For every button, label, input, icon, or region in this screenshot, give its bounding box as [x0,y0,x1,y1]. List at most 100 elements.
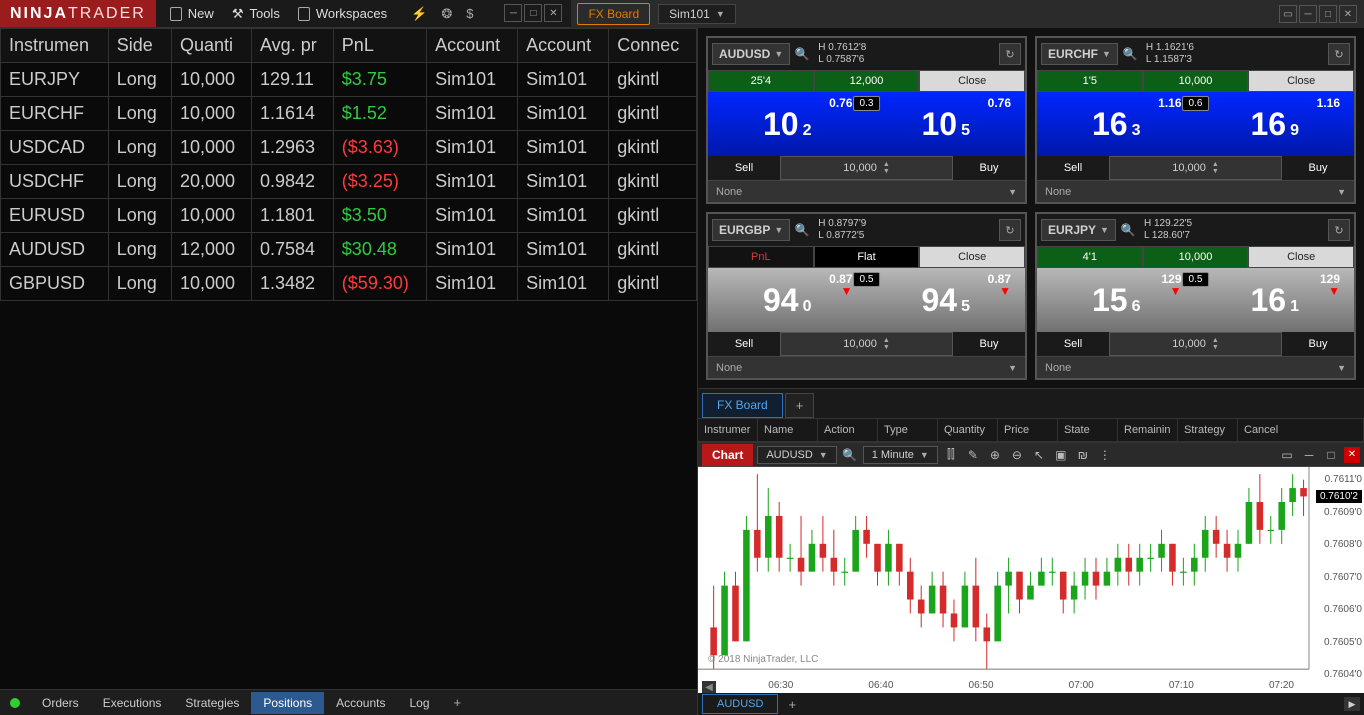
search-icon[interactable]: 🔍 [794,46,810,62]
qty-down[interactable]: ▼ [1212,344,1219,351]
link-icon[interactable]: ↻ [1328,43,1350,65]
qty-up[interactable]: ▲ [1212,337,1219,344]
atm-strategy-selector[interactable]: None▼ [708,357,1025,378]
chart-scroll-left[interactable]: ◀ [702,681,716,693]
link-icon[interactable]: ↻ [1328,219,1350,241]
tab-accounts[interactable]: Accounts [324,692,397,714]
close-position-button[interactable]: Close [1248,246,1354,268]
order-col-cancel[interactable]: Cancel [1238,419,1364,441]
chart-trader-icon[interactable]: ₪ [1074,446,1092,464]
column-header[interactable]: PnL [333,29,426,63]
chart-scroll-right[interactable]: ▶ [1344,697,1360,711]
tile-position-cell[interactable]: 10,000 [1143,70,1249,92]
properties-icon[interactable]: ⋮ [1096,446,1114,464]
search-icon[interactable]: 🔍 [841,446,859,464]
connection-icon[interactable]: ⚡ [411,6,427,22]
draw-icon[interactable]: ✎ [964,446,982,464]
close-position-button[interactable]: Close [919,246,1025,268]
qty-down[interactable]: ▼ [883,344,890,351]
tile-position-cell[interactable]: Flat [814,246,920,268]
sell-price-panel[interactable]: 129 ▼ 156 [1037,268,1196,332]
minimize-button[interactable]: ─ [504,4,522,22]
order-col-type[interactable]: Type [878,419,938,441]
buy-button[interactable]: Buy [1282,338,1354,350]
position-row[interactable]: AUDUSDLong12,0000.7584$30.48Sim101Sim101… [1,233,697,267]
quantity-stepper[interactable]: 10,000▲▼ [780,332,953,356]
position-row[interactable]: USDCADLong10,0001.2963($3.63)Sim101Sim10… [1,131,697,165]
data-box-icon[interactable]: ▣ [1052,446,1070,464]
sell-button[interactable]: Sell [708,162,780,174]
column-header[interactable]: Account [518,29,609,63]
zoom-in-icon[interactable]: ⊕ [986,446,1004,464]
buy-button[interactable]: Buy [953,162,1025,174]
close-position-button[interactable]: Close [919,70,1025,92]
column-header[interactable]: Account [427,29,518,63]
buy-price-panel[interactable]: 129 ▼ 161 [1196,268,1355,332]
fxboard-tab[interactable]: FX Board [702,393,783,418]
zoom-out-icon[interactable]: ⊖ [1008,446,1026,464]
buy-button[interactable]: Buy [953,338,1025,350]
sell-price-panel[interactable]: 0.87 ▼ 940 [708,268,867,332]
sell-button[interactable]: Sell [708,338,780,350]
panel-min-icon[interactable]: ─ [1300,446,1318,464]
order-col-name[interactable]: Name [758,419,818,441]
order-col-state[interactable]: State [1058,419,1118,441]
pair-selector[interactable]: EURJPY▼ [1041,219,1116,241]
fxboard-add-tab[interactable]: + [785,393,815,418]
tab-executions[interactable]: Executions [91,692,174,714]
panel-minimize-button[interactable]: ─ [1299,5,1317,23]
buy-button[interactable]: Buy [1282,162,1354,174]
tab-orders[interactable]: Orders [30,692,91,714]
panel-max-icon[interactable]: □ [1322,446,1340,464]
link-icon[interactable]: ↻ [999,219,1021,241]
tab-log[interactable]: Log [397,692,441,714]
order-col-quantity[interactable]: Quantity [938,419,998,441]
qty-down[interactable]: ▼ [883,168,890,175]
position-row[interactable]: GBPUSDLong10,0001.3482($59.30)Sim101Sim1… [1,267,697,301]
quantity-stepper[interactable]: 10,000▲▼ [1109,332,1282,356]
position-row[interactable]: EURJPYLong10,000129.11$3.75Sim101Sim101g… [1,63,697,97]
quantity-stepper[interactable]: 10,000▲▼ [780,156,953,180]
menu-tools[interactable]: ⚒Tools [232,6,280,22]
sell-button[interactable]: Sell [1037,162,1109,174]
atm-strategy-selector[interactable]: None▼ [1037,181,1354,202]
chart-interval-selector[interactable]: 1 Minute▼ [863,446,938,464]
account-selector[interactable]: Sim101▼ [658,4,736,24]
pair-selector[interactable]: AUDUSD▼ [712,43,790,65]
help-icon[interactable]: ❂ [441,6,452,22]
link-icon[interactable]: ↻ [999,43,1021,65]
qty-up[interactable]: ▲ [883,337,890,344]
menu-new[interactable]: New [170,6,214,21]
panel-close-button[interactable]: ✕ [1339,5,1357,23]
tile-pnl-cell[interactable]: 25'4 [708,70,814,92]
pair-selector[interactable]: EURCHF▼ [1041,43,1118,65]
cursor-icon[interactable]: ↖ [1030,446,1048,464]
search-icon[interactable]: 🔍 [794,222,810,238]
search-icon[interactable]: 🔍 [1120,222,1136,238]
qty-up[interactable]: ▲ [1212,161,1219,168]
sell-price-panel[interactable]: 1.16 163 [1037,92,1196,156]
atm-strategy-selector[interactable]: None▼ [1037,357,1354,378]
search-icon[interactable]: 🔍 [1122,46,1138,62]
panel-pin-button[interactable]: ▭ [1279,5,1297,23]
buy-price-panel[interactable]: 1.16 169 [1196,92,1355,156]
tile-pnl-cell[interactable]: 1'5 [1037,70,1143,92]
position-row[interactable]: USDCHFLong20,0000.9842($3.25)Sim101Sim10… [1,165,697,199]
tab-strategies[interactable]: Strategies [173,692,251,714]
maximize-button[interactable]: □ [524,4,542,22]
pair-selector[interactable]: EURGBP▼ [712,219,790,241]
order-col-price[interactable]: Price [998,419,1058,441]
chart-instrument-selector[interactable]: AUDUSD▼ [757,446,836,464]
column-header[interactable]: Avg. pr [252,29,334,63]
qty-down[interactable]: ▼ [1212,168,1219,175]
order-col-instrumer[interactable]: Instrumer [698,419,758,441]
sell-button[interactable]: Sell [1037,338,1109,350]
order-col-strategy[interactable]: Strategy [1178,419,1238,441]
atm-strategy-selector[interactable]: None▼ [708,181,1025,202]
sell-price-panel[interactable]: 0.76 102 [708,92,867,156]
quantity-stepper[interactable]: 10,000▲▼ [1109,156,1282,180]
qty-up[interactable]: ▲ [883,161,890,168]
chart-add-tab[interactable]: + [780,694,804,715]
buy-price-panel[interactable]: 0.76 105 [867,92,1026,156]
column-header[interactable]: Connec [609,29,697,63]
